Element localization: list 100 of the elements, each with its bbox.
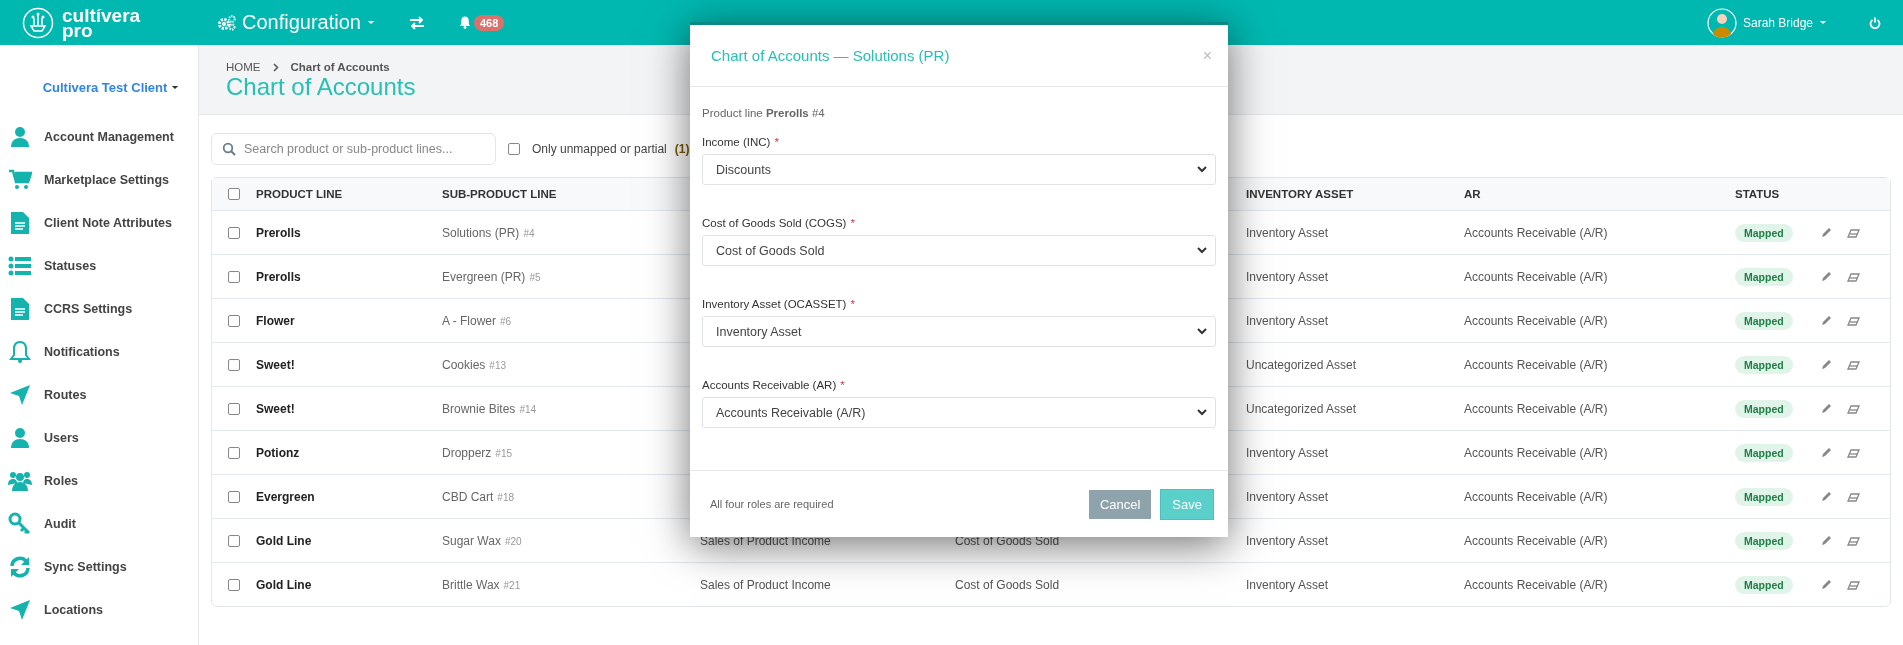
key-icon [8,511,32,536]
status-badge: Mapped [1735,267,1793,286]
power-icon[interactable] [1869,16,1881,29]
eraser-icon[interactable] [1847,270,1860,283]
edit-pencil-icon[interactable] [1820,226,1833,239]
edit-pencil-icon[interactable] [1820,490,1833,503]
sidebar-item[interactable]: Routes [0,373,198,416]
sidebar-item[interactable]: Marketplace Settings [0,158,198,201]
checkbox[interactable] [508,143,520,155]
sub-product-line-cell: A - Flower [442,313,496,328]
logo-icon [22,6,54,39]
row-checkbox[interactable] [228,578,240,591]
row-checkbox[interactable] [228,226,240,239]
status-badge: Mapped [1735,311,1793,330]
gears-icon [218,14,236,31]
ar-cell: Accounts Receivable (A/R) [1464,489,1608,504]
column-header: INVENTORY ASSET [1246,188,1354,200]
bell-icon[interactable] [458,16,471,29]
sub-product-id: #20 [504,535,522,547]
required-mark: * [850,298,855,310]
row-checkbox[interactable] [228,534,240,547]
swap-arrows-icon[interactable] [408,15,425,30]
modal-title: Chart of Accounts — Solutions (PR) [711,47,950,64]
row-checkbox[interactable] [228,446,240,459]
sidebar-item[interactable]: Client Note Attributes [0,201,198,244]
sidebar-item[interactable]: Sync Settings [0,545,198,588]
eraser-icon[interactable] [1847,578,1860,591]
sub-product-id: #15 [495,447,513,459]
sidebar-item[interactable]: Account Management [0,115,198,158]
brand-name: cultívera [62,7,141,23]
edit-pencil-icon[interactable] [1820,270,1833,283]
account-select[interactable]: Cost of Goods Sold [702,235,1216,266]
sub-product-line-cell: Brownie Bites [442,401,516,416]
inventory-asset-cell: Inventory Asset [1246,313,1329,328]
chevron-down-icon [1197,328,1207,335]
account-select[interactable]: Accounts Receivable (A/R) [702,397,1216,428]
sidebar-item[interactable]: Audit [0,502,198,545]
eraser-icon[interactable] [1847,314,1860,327]
eraser-icon[interactable] [1847,446,1860,459]
inventory-asset-cell: Inventory Asset [1246,533,1329,548]
field-label: Accounts Receivable (AR) [702,379,837,391]
sub-product-id: #6 [500,315,512,327]
eraser-icon[interactable] [1847,534,1860,547]
required-mark: * [840,379,845,391]
chevron-down-icon [1197,166,1207,173]
row-checkbox[interactable] [228,358,240,371]
bell-icon [8,339,32,364]
status-badge: Mapped [1735,575,1793,594]
edit-pencil-icon[interactable] [1820,446,1833,459]
inventory-asset-cell: Inventory Asset [1246,269,1329,284]
sub-product-id: #13 [489,359,507,371]
status-badge: Mapped [1735,487,1793,506]
ar-cell: Accounts Receivable (A/R) [1464,445,1608,460]
inventory-asset-cell: Inventory Asset [1246,489,1329,504]
field-label: Income (INC) [702,136,771,148]
product-line-cell: Flower [256,313,295,328]
client-selector[interactable]: Cultivera Test Client [0,67,198,107]
search-field[interactable]: Search product or sub-product lines... [211,133,496,165]
sub-product-id: #14 [519,403,537,415]
breadcrumb-link[interactable]: HOME [226,61,261,73]
edit-pencil-icon[interactable] [1820,314,1833,327]
product-line-cell: Prerolls [256,269,301,284]
status-badge: Mapped [1735,443,1793,462]
document-icon [8,210,32,235]
eraser-icon[interactable] [1847,490,1860,503]
avatar-icon [1706,7,1737,38]
edit-pencil-icon[interactable] [1820,578,1833,591]
sub-product-line-cell: Evergreen (PR) [442,269,526,284]
sidebar-item[interactable]: Notifications [0,330,198,373]
row-checkbox[interactable] [228,270,240,283]
sidebar-item[interactable]: Locations [0,588,198,631]
eraser-icon[interactable] [1847,402,1860,415]
status-badge: Mapped [1735,399,1793,418]
product-line-cell: Gold Line [256,533,312,548]
status-badge: Mapped [1735,531,1793,550]
eraser-icon[interactable] [1847,358,1860,371]
chevron-down-icon [1197,247,1207,254]
edit-pencil-icon[interactable] [1820,534,1833,547]
edit-pencil-icon[interactable] [1820,358,1833,371]
row-checkbox[interactable] [228,402,240,415]
account-select[interactable]: Inventory Asset [702,316,1216,347]
edit-pencil-icon[interactable] [1820,402,1833,415]
sidebar-item[interactable]: Statuses [0,244,198,287]
sidebar-item[interactable]: CCRS Settings [0,287,198,330]
inventory-asset-cell: Inventory Asset [1246,225,1329,240]
sidebar-item[interactable]: Roles [0,459,198,502]
cart-icon [8,167,32,192]
page-title: Chart of Accounts [226,73,417,101]
sidebar-item[interactable]: Users [0,416,198,459]
select-all-checkbox[interactable] [228,188,240,200]
eraser-icon[interactable] [1847,226,1860,239]
row-checkbox[interactable] [228,314,240,327]
account-select[interactable]: Discounts [702,154,1216,185]
product-line-cell: Prerolls [256,225,301,240]
sub-product-line-cell: Cookies [442,357,486,372]
row-checkbox[interactable] [228,490,240,503]
product-line-cell: Potionz [256,445,300,460]
caret-icon [1819,20,1827,25]
sync-icon [8,554,32,579]
sub-product-line-cell: Dropperz [442,445,492,460]
